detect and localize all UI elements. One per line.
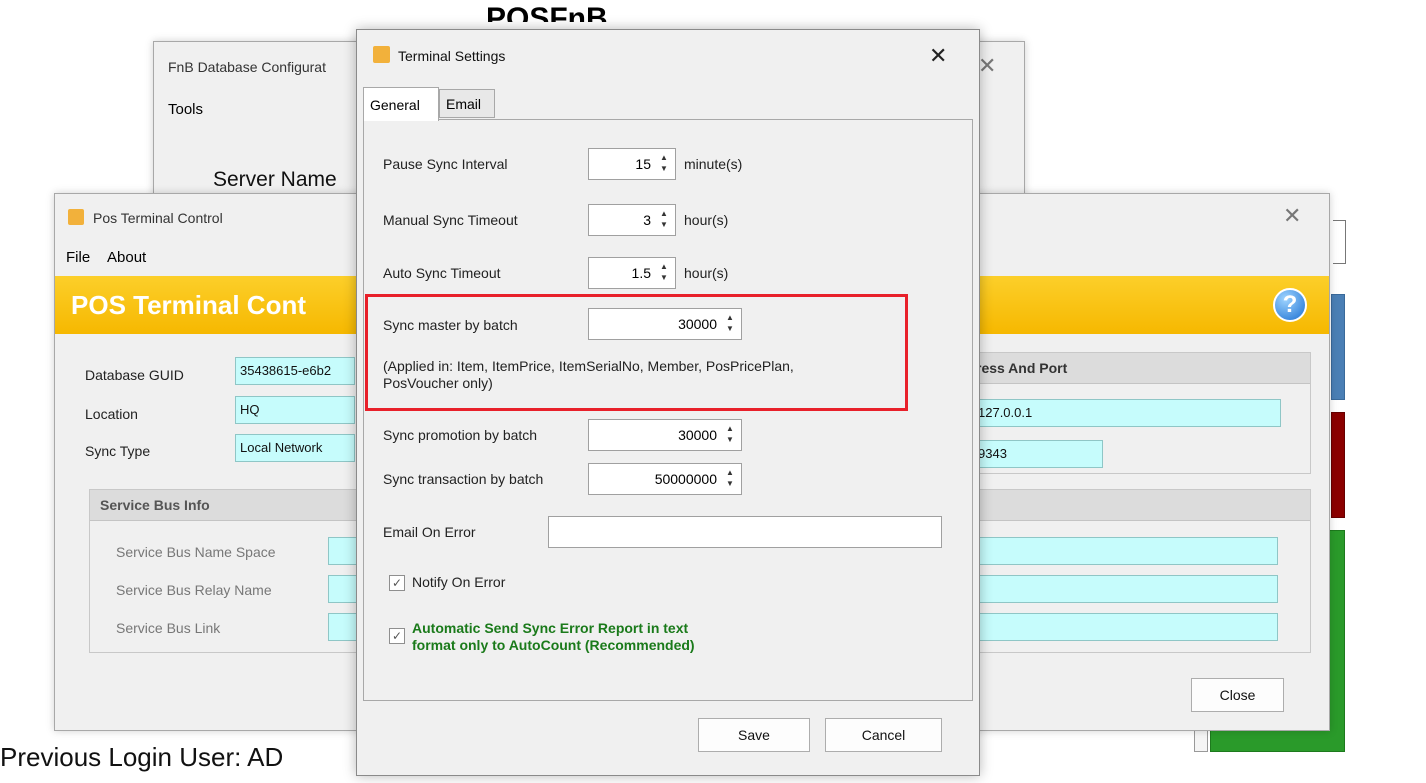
manual-sync-timeout-spinner[interactable]: 3 ▲ ▼ bbox=[588, 204, 676, 236]
app-title: POSFnB bbox=[486, 2, 608, 22]
service-bus-relay-label: Service Bus Relay Name bbox=[116, 582, 272, 598]
help-icon[interactable]: ? bbox=[1273, 288, 1307, 322]
spinner-arrows-icon[interactable]: ▲ ▼ bbox=[723, 467, 737, 491]
spinner-arrows-icon[interactable]: ▲ ▼ bbox=[657, 261, 671, 285]
spinner-arrows-icon[interactable]: ▲ ▼ bbox=[723, 423, 737, 447]
tab-email-label: Email bbox=[446, 96, 482, 112]
tab-email[interactable]: Email bbox=[439, 89, 495, 118]
auto-sync-timeout-value: 1.5 bbox=[631, 265, 651, 281]
pause-sync-interval-spinner[interactable]: 15 ▲ ▼ bbox=[588, 148, 676, 180]
db-config-title: FnB Database Configurat bbox=[168, 59, 326, 75]
database-guid-label: Database GUID bbox=[85, 367, 184, 383]
sync-transaction-value: 50000000 bbox=[654, 471, 717, 487]
banner-title: POS Terminal Cont bbox=[71, 290, 306, 320]
cancel-button[interactable]: Cancel bbox=[825, 718, 942, 752]
auto-sync-timeout-label: Auto Sync Timeout bbox=[383, 265, 501, 281]
sync-master-spinner[interactable]: 30000 ▲ ▼ bbox=[588, 308, 742, 340]
terminal-settings-close-icon[interactable]: ✕ bbox=[929, 46, 947, 68]
manual-sync-timeout-value: 3 bbox=[643, 212, 651, 228]
sync-transaction-label: Sync transaction by batch bbox=[383, 471, 544, 487]
auto-sync-timeout-unit: hour(s) bbox=[684, 265, 729, 281]
previous-login-text: Previous Login User: AD bbox=[0, 742, 284, 772]
db-config-menu-tools[interactable]: Tools bbox=[168, 101, 203, 118]
terminal-settings-app-icon bbox=[373, 46, 390, 63]
background-input-edge bbox=[1333, 220, 1346, 264]
spinner-arrows-icon[interactable]: ▲ ▼ bbox=[723, 312, 737, 336]
sync-master-label: Sync master by batch bbox=[383, 317, 518, 333]
address-port-header: ress And Port bbox=[976, 353, 1310, 384]
address-port-header-text: ress And Port bbox=[976, 360, 1068, 376]
server-name-label: Server Name bbox=[213, 168, 337, 191]
sync-master-value: 30000 bbox=[678, 316, 717, 332]
sync-master-note-line2: PosVoucher only) bbox=[383, 375, 493, 391]
pos-close-button[interactable]: Close bbox=[1191, 678, 1284, 712]
port-field[interactable]: 9343 bbox=[973, 440, 1103, 468]
auto-send-report-checkbox[interactable]: ✓ bbox=[389, 628, 405, 644]
sync-type-field[interactable]: Local Network bbox=[235, 434, 355, 462]
tab-general[interactable]: General bbox=[363, 87, 439, 121]
email-on-error-input[interactable] bbox=[548, 516, 942, 548]
pause-sync-interval-unit: minute(s) bbox=[684, 156, 743, 172]
terminal-settings-title: Terminal Settings bbox=[398, 48, 506, 64]
notify-on-error-label[interactable]: Notify On Error bbox=[412, 574, 505, 590]
notify-on-error-checkbox[interactable]: ✓ bbox=[389, 575, 405, 591]
terminal-settings-dialog: Terminal Settings ✕ General Email Pause … bbox=[356, 29, 980, 776]
pos-terminal-close-icon[interactable]: ✕ bbox=[1283, 206, 1301, 228]
tab-general-label: General bbox=[370, 97, 420, 113]
sync-promotion-value: 30000 bbox=[678, 427, 717, 443]
sync-master-note-line1: (Applied in: Item, ItemPrice, ItemSerial… bbox=[383, 358, 794, 374]
background-red-button[interactable] bbox=[1331, 412, 1345, 518]
sync-promotion-spinner[interactable]: 30000 ▲ ▼ bbox=[588, 419, 742, 451]
save-button[interactable]: Save bbox=[698, 718, 810, 752]
location-field[interactable]: HQ bbox=[235, 396, 355, 424]
sync-promotion-label: Sync promotion by batch bbox=[383, 427, 538, 443]
auto-send-report-line2[interactable]: format only to AutoCount (Recommended) bbox=[412, 637, 695, 653]
manual-sync-timeout-label: Manual Sync Timeout bbox=[383, 212, 518, 228]
service-bus-header-text: Service Bus Info bbox=[100, 497, 210, 513]
background-blue-button[interactable] bbox=[1331, 294, 1345, 400]
sync-transaction-spinner[interactable]: 50000000 ▲ ▼ bbox=[588, 463, 742, 495]
manual-sync-timeout-unit: hour(s) bbox=[684, 212, 729, 228]
pos-terminal-title: Pos Terminal Control bbox=[93, 210, 223, 226]
pos-terminal-app-icon bbox=[68, 209, 84, 225]
pause-sync-interval-value: 15 bbox=[635, 156, 651, 172]
email-on-error-label: Email On Error bbox=[383, 524, 476, 540]
spinner-arrows-icon[interactable]: ▲ ▼ bbox=[657, 152, 671, 176]
ip-address-field[interactable]: 127.0.0.1 bbox=[973, 399, 1281, 427]
database-guid-field[interactable]: 35438615-e6b2 bbox=[235, 357, 355, 385]
db-config-close-icon[interactable]: ✕ bbox=[978, 56, 996, 78]
auto-send-report-line1[interactable]: Automatic Send Sync Error Report in text bbox=[412, 620, 688, 636]
sync-type-label: Sync Type bbox=[85, 443, 151, 459]
menu-file[interactable]: File bbox=[66, 249, 90, 266]
pause-sync-interval-label: Pause Sync Interval bbox=[383, 156, 508, 172]
spinner-arrows-icon[interactable]: ▲ ▼ bbox=[657, 208, 671, 232]
service-bus-link-label: Service Bus Link bbox=[116, 620, 221, 636]
service-bus-namespace-label: Service Bus Name Space bbox=[116, 544, 276, 560]
menu-about[interactable]: About bbox=[107, 249, 146, 266]
auto-sync-timeout-spinner[interactable]: 1.5 ▲ ▼ bbox=[588, 257, 676, 289]
location-label: Location bbox=[85, 406, 138, 422]
